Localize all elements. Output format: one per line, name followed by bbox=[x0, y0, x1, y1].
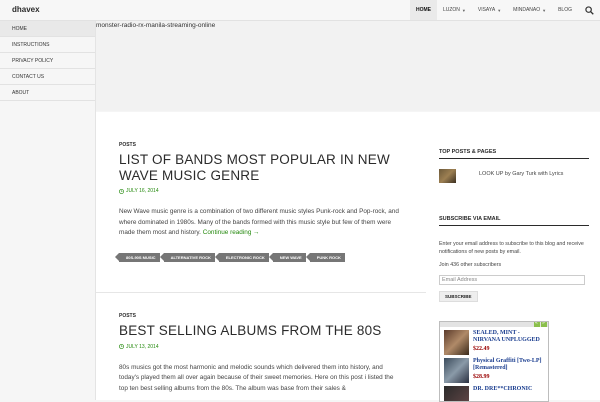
product-price: $22.49 bbox=[473, 346, 490, 352]
nav-label: VISAYA bbox=[477, 7, 496, 13]
tag-link[interactable]: ELECTRONIC ROCK bbox=[214, 252, 269, 262]
post-excerpt-text: 80s musics got the most harmonic and mel… bbox=[119, 363, 394, 392]
subscriber-count: Join 436 other subscribers bbox=[439, 262, 502, 269]
post-title[interactable]: BEST SELLING ALBUMS FROM THE 80S bbox=[119, 323, 399, 339]
carousel-header: « » bbox=[440, 322, 548, 327]
sidebar-item-label: PRIVACY POLICY bbox=[12, 57, 54, 64]
search-icon bbox=[584, 5, 594, 15]
sidebar-item-privacy-policy[interactable]: PRIVACY POLICY bbox=[0, 53, 95, 69]
email-field[interactable]: Email Address bbox=[439, 275, 585, 286]
main-column: POSTS LIST OF BANDS MOST POPULAR IN NEW … bbox=[96, 112, 426, 400]
product-item[interactable]: Physical Graffiti [Two-LP] [Remastered] … bbox=[440, 358, 548, 383]
post-excerpt: 80s musics got the most harmonic and mel… bbox=[119, 363, 399, 395]
header-slug-text: monster-radio-rx-manila-streaming-online bbox=[96, 22, 216, 29]
chevron-left-icon: « bbox=[535, 321, 538, 326]
post-date-text: JULY 13, 2014 bbox=[126, 343, 159, 350]
subscribe-description: Enter your email address to subscribe to… bbox=[439, 241, 584, 256]
header-image-area: monster-radio-rx-manila-streaming-online bbox=[96, 21, 600, 111]
product-title[interactable]: Physical Graffiti [Two-LP] [Remastered] bbox=[473, 358, 548, 372]
left-sidebar: HOME INSTRUCTIONS PRIVACY POLICY CONTACT… bbox=[0, 21, 96, 400]
sidebar-item-instructions[interactable]: INSTRUCTIONS bbox=[0, 37, 95, 53]
nav-home[interactable]: HOME bbox=[409, 0, 437, 20]
sidebar-item-label: INSTRUCTIONS bbox=[12, 41, 50, 48]
post-article: POSTS BEST SELLING ALBUMS FROM THE 80S J… bbox=[119, 313, 399, 394]
chevron-down-icon: ▼ bbox=[497, 7, 502, 13]
post-category[interactable]: POSTS bbox=[119, 313, 399, 319]
tag-link[interactable]: PUNK ROCK bbox=[305, 252, 345, 262]
site-title[interactable]: dhavex bbox=[12, 5, 40, 14]
post-article: POSTS LIST OF BANDS MOST POPULAR IN NEW … bbox=[115, 142, 399, 262]
sidebar-item-about[interactable]: ABOUT bbox=[0, 85, 95, 101]
sidebar-item-contact-us[interactable]: CONTACT US bbox=[0, 69, 95, 85]
subscribe-widget: SUBSCRIBE VIA EMAIL Enter your email add… bbox=[439, 216, 589, 303]
post-category[interactable]: POSTS bbox=[119, 142, 399, 148]
sidebar-item-label: HOME bbox=[12, 25, 27, 32]
nav-label: MINDANAO bbox=[513, 7, 541, 13]
top-posts-widget: TOP POSTS & PAGES LOOK UP by Gary Turk w… bbox=[439, 149, 589, 183]
carousel-next-button[interactable]: » bbox=[541, 322, 547, 327]
product-info: SEALED, MINT - NIRVANA UNPLUGGED $22.49 bbox=[473, 330, 548, 355]
product-item[interactable]: SEALED, MINT - NIRVANA UNPLUGGED $22.49 bbox=[440, 330, 548, 355]
post-title[interactable]: LIST OF BANDS MOST POPULAR IN NEW WAVE M… bbox=[119, 152, 399, 183]
tag-link[interactable]: 80S-90S MUSIC bbox=[115, 252, 160, 262]
subscribe-button[interactable]: SUBSCRIBE bbox=[439, 291, 478, 303]
clock-icon bbox=[119, 344, 124, 349]
continue-reading-link[interactable]: Continue reading → bbox=[203, 229, 260, 236]
content-area: POSTS LIST OF BANDS MOST POPULAR IN NEW … bbox=[96, 112, 600, 402]
search-toggle[interactable] bbox=[578, 0, 600, 20]
clock-icon bbox=[119, 188, 124, 194]
nav-mindanao[interactable]: MINDANAO ▼ bbox=[507, 0, 552, 20]
masthead: dhavex HOME LUZON ▼ VISAYA ▼ MINDANAO ▼ BLO… bbox=[0, 0, 600, 21]
sidebar-item-label: CONTACT US bbox=[12, 73, 45, 80]
widget-title: SUBSCRIBE VIA EMAIL bbox=[439, 216, 589, 226]
nav-label: HOME bbox=[415, 7, 431, 13]
nav-luzon[interactable]: LUZON ▼ bbox=[437, 0, 472, 20]
post-date[interactable]: JULY 16, 2014 bbox=[119, 188, 399, 194]
product-price: $28.99 bbox=[473, 374, 490, 380]
nav-blog[interactable]: BLOG bbox=[552, 0, 578, 20]
product-title[interactable]: SEALED, MINT - NIRVANA UNPLUGGED bbox=[473, 330, 548, 344]
top-post-item[interactable]: LOOK UP by Gary Turk with Lyrics bbox=[439, 169, 589, 183]
chevron-down-icon: ▼ bbox=[461, 7, 466, 13]
nav-visaya[interactable]: VISAYA ▼ bbox=[472, 0, 507, 20]
album-cover-image[interactable] bbox=[444, 330, 469, 355]
sidebar-item-home[interactable]: HOME bbox=[0, 21, 95, 37]
widget-title: TOP POSTS & PAGES bbox=[439, 149, 589, 159]
top-post-thumbnail[interactable] bbox=[439, 169, 456, 183]
chevron-down-icon: ▼ bbox=[542, 7, 547, 13]
nav-label: BLOG bbox=[558, 7, 572, 13]
nav-label: LUZON bbox=[442, 7, 460, 13]
post-tags: 80S-90S MUSIC ALTERNATIVE ROCK ELECTRONI… bbox=[115, 252, 399, 262]
post-excerpt: New Wave music genre is a combination of… bbox=[119, 207, 399, 239]
primary-nav: HOME LUZON ▼ VISAYA ▼ MINDANAO ▼ BLOG bbox=[409, 0, 578, 20]
product-title[interactable]: DR. DRE**CHRONIC bbox=[473, 386, 532, 393]
post-divider bbox=[96, 292, 426, 293]
sidebar-item-label: ABOUT bbox=[12, 89, 30, 96]
post-date[interactable]: JULY 13, 2014 bbox=[119, 344, 399, 350]
amazon-carousel-widget: « » SEALED, MINT - NIRVANA UNPLUGGED $22… bbox=[439, 321, 549, 402]
tag-link[interactable]: ALTERNATIVE ROCK bbox=[159, 252, 215, 262]
top-post-link[interactable]: LOOK UP by Gary Turk with Lyrics bbox=[479, 171, 563, 177]
product-info: Physical Graffiti [Two-LP] [Remastered] … bbox=[473, 358, 548, 383]
post-date-text: JULY 16, 2014 bbox=[126, 188, 159, 194]
tag-link[interactable]: NEW WAVE bbox=[268, 252, 306, 262]
right-sidebar: TOP POSTS & PAGES LOOK UP by Gary Turk w… bbox=[439, 112, 589, 402]
chevron-right-icon: » bbox=[542, 321, 545, 326]
carousel-prev-button[interactable]: « bbox=[534, 322, 540, 327]
album-cover-image[interactable] bbox=[444, 358, 469, 383]
